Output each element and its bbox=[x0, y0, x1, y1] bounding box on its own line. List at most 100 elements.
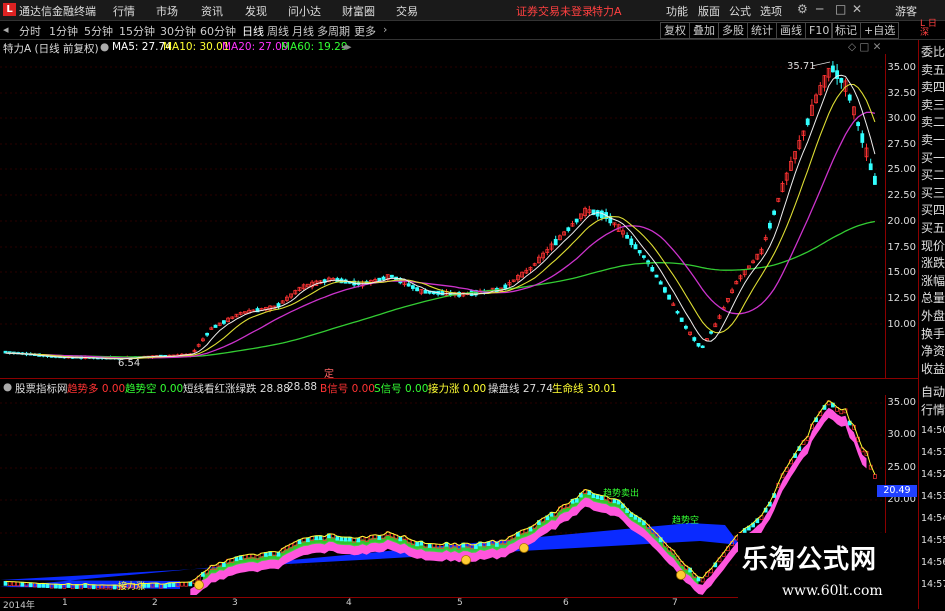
indicator-candle bbox=[339, 536, 344, 542]
y-tick: 35.00 bbox=[887, 62, 916, 73]
quote-field-label[interactable]: 卖四 bbox=[921, 81, 945, 94]
buy-signal-coin-icon[interactable] bbox=[194, 580, 204, 590]
quote-field-label[interactable]: 买一 bbox=[921, 151, 945, 165]
period-toolbar: ◂ 分时 1分钟 5分钟 15分钟 30分钟 60分钟 日线 周线 月线 多周期… bbox=[0, 20, 945, 40]
quote-field-label[interactable]: 买三 bbox=[921, 186, 945, 200]
indicator-dot-icon[interactable]: ● bbox=[3, 381, 12, 393]
mark-button[interactable]: 标记 bbox=[831, 22, 861, 39]
menu-xuanxiang[interactable]: 选项 bbox=[760, 3, 782, 19]
period-more[interactable]: 更多 bbox=[354, 23, 376, 39]
candle-body bbox=[675, 311, 680, 314]
period-monthly[interactable]: 月线 bbox=[292, 23, 314, 39]
quote-field-label[interactable]: 外盘 bbox=[921, 310, 945, 323]
indicator-candle bbox=[7, 581, 12, 586]
quote-field-label[interactable]: 涨幅 bbox=[921, 274, 945, 288]
indicator-candle bbox=[873, 474, 877, 479]
menu-wenxiaoda[interactable]: 问小达 bbox=[288, 3, 321, 19]
buy-signal-coin-icon[interactable] bbox=[519, 543, 529, 553]
quote-field-label[interactable]: 涨跌 bbox=[921, 257, 945, 270]
y-tick: 35.00 bbox=[887, 397, 916, 408]
quote-field-label[interactable]: 卖二 bbox=[921, 116, 945, 129]
indicator-item: B信号 0.00 bbox=[320, 383, 375, 395]
buy-signal-coin-icon[interactable] bbox=[676, 570, 686, 580]
period-5min[interactable]: 5分钟 bbox=[84, 23, 113, 39]
ma60-line bbox=[5, 220, 876, 358]
buy-signal-coin-icon[interactable] bbox=[461, 555, 471, 565]
menu-caifuquan[interactable]: 财富圈 bbox=[342, 3, 375, 19]
indicator-candle bbox=[427, 543, 432, 548]
fuquan-button[interactable]: 复权 bbox=[660, 22, 690, 39]
pane-divider[interactable] bbox=[0, 378, 918, 379]
quote-field-label[interactable]: 卖五 bbox=[921, 63, 945, 77]
menu-faxian[interactable]: 发现 bbox=[245, 3, 267, 19]
login-warning[interactable]: 证券交易未登录 bbox=[516, 3, 593, 19]
quote-field-label[interactable]: 买二 bbox=[921, 169, 945, 182]
period-fenshi[interactable]: 分时 bbox=[19, 23, 41, 39]
quote-field-label[interactable]: 自动 bbox=[921, 386, 945, 399]
add-favorite-button[interactable]: +自选 bbox=[860, 22, 900, 39]
time-label: 14:51 bbox=[921, 447, 945, 458]
quote-field-label[interactable]: 换手 bbox=[921, 327, 945, 341]
y-tick: 32.50 bbox=[887, 88, 916, 99]
draw-button[interactable]: 画线 bbox=[776, 22, 806, 39]
indicator-item: 28.88 bbox=[287, 381, 318, 393]
kline-chart[interactable]: 35.71 6.54 定 bbox=[0, 54, 885, 379]
period-15min[interactable]: 15分钟 bbox=[119, 23, 155, 39]
period-daily[interactable]: 日线 bbox=[242, 23, 264, 39]
menu-gongshi[interactable]: 公式 bbox=[729, 3, 751, 19]
quote-field-label[interactable]: 收益 bbox=[921, 362, 945, 376]
minimize-icon[interactable]: ─ bbox=[816, 2, 823, 16]
close-icon[interactable]: ✕ bbox=[852, 2, 862, 16]
stats-button[interactable]: 统计 bbox=[747, 22, 777, 39]
menu-zixun[interactable]: 资讯 bbox=[201, 3, 223, 19]
candle-body bbox=[868, 163, 873, 171]
quote-field-label[interactable]: 行情 bbox=[921, 404, 945, 417]
period-weekly[interactable]: 周线 bbox=[267, 23, 289, 39]
indicator-info-bar: ● 股票指标网 趋势多 0.00 趋势空 0.00 短线看红涨绿跌 28.88 … bbox=[0, 380, 918, 396]
menu-hangqing[interactable]: 行情 bbox=[113, 3, 135, 19]
more-chevron-icon[interactable]: › bbox=[383, 23, 387, 36]
multi-stock-button[interactable]: 多股 bbox=[718, 22, 748, 39]
indicator-item: 操盘线 27.74 bbox=[488, 383, 553, 395]
quote-field-label[interactable]: 总量 bbox=[921, 292, 945, 305]
annotation-relay-up: 接力涨 bbox=[118, 580, 145, 592]
menu-jiaoyi[interactable]: 交易 bbox=[396, 3, 418, 19]
annotation-trend-short: 趋势空 bbox=[672, 514, 699, 526]
quote-field-label[interactable]: 委比 bbox=[921, 46, 945, 59]
ma10-label: MA10: 30.01 bbox=[163, 41, 230, 53]
candle-body bbox=[684, 325, 688, 329]
indicator-candle bbox=[356, 537, 361, 543]
info-arrows-icon[interactable]: ◂▸ bbox=[341, 41, 352, 53]
indicator-candle bbox=[75, 584, 79, 589]
quote-field-label[interactable]: 卖一 bbox=[921, 134, 945, 147]
panel-toggle-icon[interactable]: ◇ □ ✕ bbox=[848, 41, 881, 53]
candle-body bbox=[553, 238, 558, 246]
period-60min[interactable]: 60分钟 bbox=[200, 23, 236, 39]
info-dot-icon[interactable]: ● bbox=[100, 41, 109, 53]
toolbar-left-arrow-icon[interactable]: ◂ bbox=[3, 23, 9, 36]
period-multi[interactable]: 多周期 bbox=[317, 23, 350, 39]
indicator-candle bbox=[28, 582, 33, 588]
user-label[interactable]: 游客 bbox=[895, 3, 917, 19]
time-label: 14:54 bbox=[921, 513, 945, 524]
quote-field-label[interactable]: 买五 bbox=[921, 222, 945, 235]
period-30min[interactable]: 30分钟 bbox=[160, 23, 196, 39]
indicator-name[interactable]: 股票指标网 bbox=[15, 381, 68, 396]
quote-field-label[interactable]: 卖三 bbox=[921, 98, 945, 112]
quote-field-label[interactable]: 现价 bbox=[921, 239, 945, 253]
settings-icon[interactable]: ⚙ bbox=[797, 2, 808, 16]
quote-side-panel: 委比卖五卖四卖三卖二卖一买一买二买三买四买五现价涨跌涨幅总量外盘换手净资收益自动… bbox=[918, 40, 945, 609]
f10-button[interactable]: F10 bbox=[805, 22, 834, 39]
indicator-candle bbox=[20, 581, 25, 587]
candle-body bbox=[637, 250, 642, 254]
period-1min[interactable]: 1分钟 bbox=[49, 23, 78, 39]
quote-field-label[interactable]: 买四 bbox=[921, 204, 945, 217]
quote-field-label[interactable]: 净资 bbox=[921, 345, 945, 358]
indicator-candle bbox=[12, 581, 16, 587]
overlay-button[interactable]: 叠加 bbox=[689, 22, 719, 39]
menu-gongneng[interactable]: 功能 bbox=[666, 3, 688, 19]
menu-shichang[interactable]: 市场 bbox=[156, 3, 178, 19]
menu-banmian[interactable]: 版面 bbox=[698, 3, 720, 19]
maximize-icon[interactable]: □ bbox=[835, 2, 846, 16]
ma-info-bar: 特力A (日线 前复权) ● MA5: 27.74 MA10: 30.01 MA… bbox=[0, 40, 918, 55]
